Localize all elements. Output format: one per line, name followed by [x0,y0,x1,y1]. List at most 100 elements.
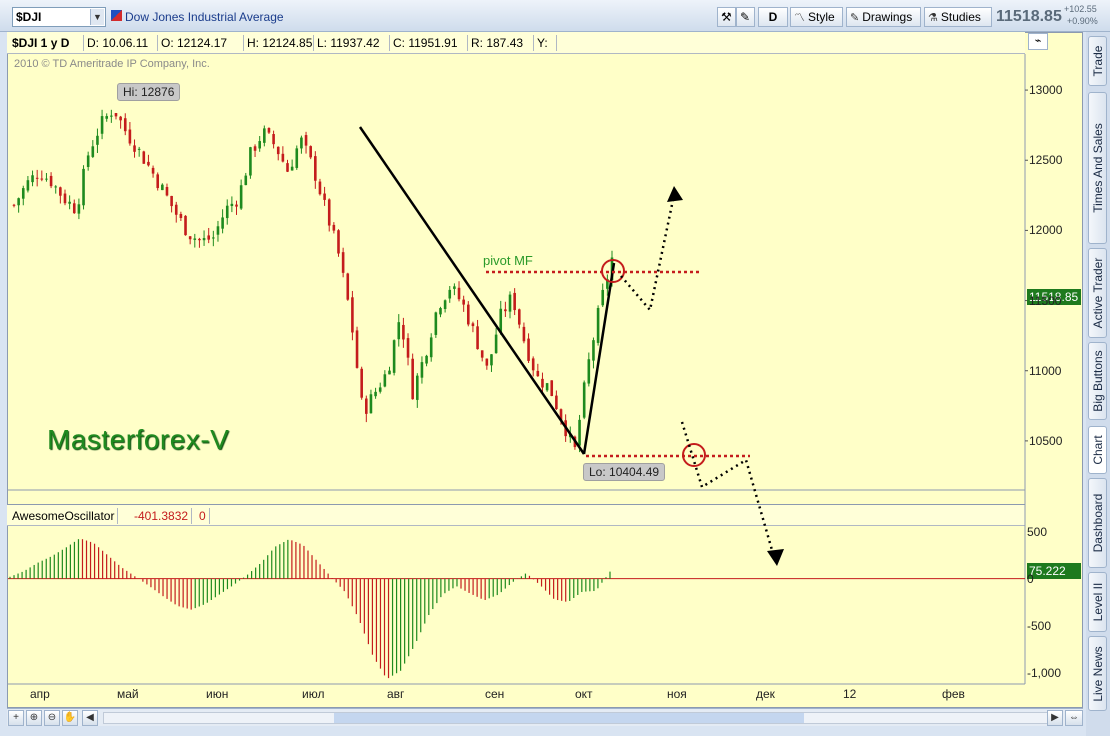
pan-hand-icon[interactable]: ✋ [62,710,78,726]
candle-body [439,308,442,315]
scroll-thumb[interactable] [334,713,804,723]
candle-body [142,151,146,164]
expand-icon[interactable]: ⇔ [1065,710,1083,726]
candle-body [508,294,512,312]
side-tab-live-news[interactable]: Live News [1088,636,1107,711]
candle-body [290,166,294,171]
candle-body [110,115,113,117]
candle-body [156,174,160,189]
candle-body [17,198,20,206]
side-tab-bar: Trade Times And Sales Active Trader Big But… [1086,32,1110,736]
scroll-track[interactable] [103,712,1053,724]
candle-body [323,193,326,200]
candle-body [72,203,76,214]
candle-body [360,368,363,398]
candle-body [513,292,516,311]
candle-body [21,188,25,199]
candles-layer [12,109,614,453]
month-label: ноя [667,687,687,701]
candle-body [480,350,484,358]
candle-body [31,175,34,183]
candle-body [314,156,317,181]
month-label: 12 [843,687,857,701]
candle-body [504,309,507,312]
side-tab-active-trader[interactable]: Active Trader [1088,248,1107,338]
month-label: апр [30,687,50,701]
price-tick-label: 12000 [1029,223,1063,238]
scroll-right-icon[interactable]: ▶ [1047,710,1063,726]
candle-body [355,330,359,368]
candle-body [443,300,447,310]
scroll-left-icon[interactable]: ◀ [82,710,98,726]
candle-body [193,238,197,240]
trendline-down [358,126,586,455]
candle-body [188,236,192,240]
side-tab-dashboard[interactable]: Dashboard [1088,478,1107,568]
candle-body [462,299,465,305]
arrow-down-head [767,549,784,566]
side-tab-big-buttons[interactable]: Big Buttons [1088,342,1107,420]
month-label: окт [575,687,593,701]
zoom-in-icon[interactable]: ⊕ [26,710,42,726]
candle-body [522,326,526,342]
candle-body [100,116,104,134]
candle-body [133,145,136,152]
candle-body [198,238,201,241]
projection-up-path [620,194,676,313]
oscillator-bars [8,539,1025,679]
candle-body [235,204,238,207]
candle-body [59,187,62,196]
zoom-out-icon[interactable]: ⊖ [44,710,60,726]
side-tab-label: Level II [1090,582,1105,622]
side-tab-label: Big Buttons [1090,350,1105,412]
candle-body [216,226,220,235]
candle-body [221,217,224,229]
candle-body [26,180,30,191]
candle-body [119,116,122,121]
price-tick-label: 13000 [1029,83,1063,98]
candle-body [318,181,322,195]
candle-body [527,338,530,361]
candle-body [253,146,257,151]
side-tab-times-and-sales[interactable]: Times And Sales [1088,92,1107,244]
candle-body [68,201,71,204]
candle-body [123,118,127,132]
candle-body [429,337,433,358]
side-tab-label: Active Trader [1090,257,1105,329]
month-label: сен [485,687,505,701]
candle-body [425,355,428,364]
candle-body [249,147,252,176]
candle-body [161,184,164,191]
candle-body [295,148,299,168]
candle-body [49,175,53,187]
crosshair-icon[interactable]: + [8,710,24,726]
candle-body [550,380,554,396]
month-label: авг [387,687,405,701]
candle-body [45,178,48,180]
candle-body [457,287,461,300]
candle-body [300,137,303,149]
candle-body [392,340,396,373]
price-tick-label: 11500 [1029,293,1062,308]
side-tab-trade[interactable]: Trade [1088,36,1107,86]
grid-lines [8,54,1028,685]
candle-body [406,338,410,358]
side-tab-level-ii[interactable]: Level II [1088,572,1107,632]
candle-body [114,113,118,117]
osc-tick-label: -500 [1027,618,1052,633]
month-label: фев [942,687,965,701]
pivot-label: pivot MF [483,253,533,268]
side-tab-label: Trade [1090,45,1105,77]
candle-body [578,419,581,446]
side-tab-chart[interactable]: Chart [1088,426,1107,474]
candle-body [383,374,387,387]
candle-body [263,128,266,143]
candle-body [448,289,452,299]
candle-body [82,168,85,206]
candle-body [545,383,549,391]
candle-body [202,238,206,241]
candle-body [309,146,312,158]
candle-body [411,358,414,400]
candle-body [365,398,368,414]
bottom-scroll-bar: + ⊕ ⊖ ✋ ◀ ▶ ⇔ [7,708,1083,726]
